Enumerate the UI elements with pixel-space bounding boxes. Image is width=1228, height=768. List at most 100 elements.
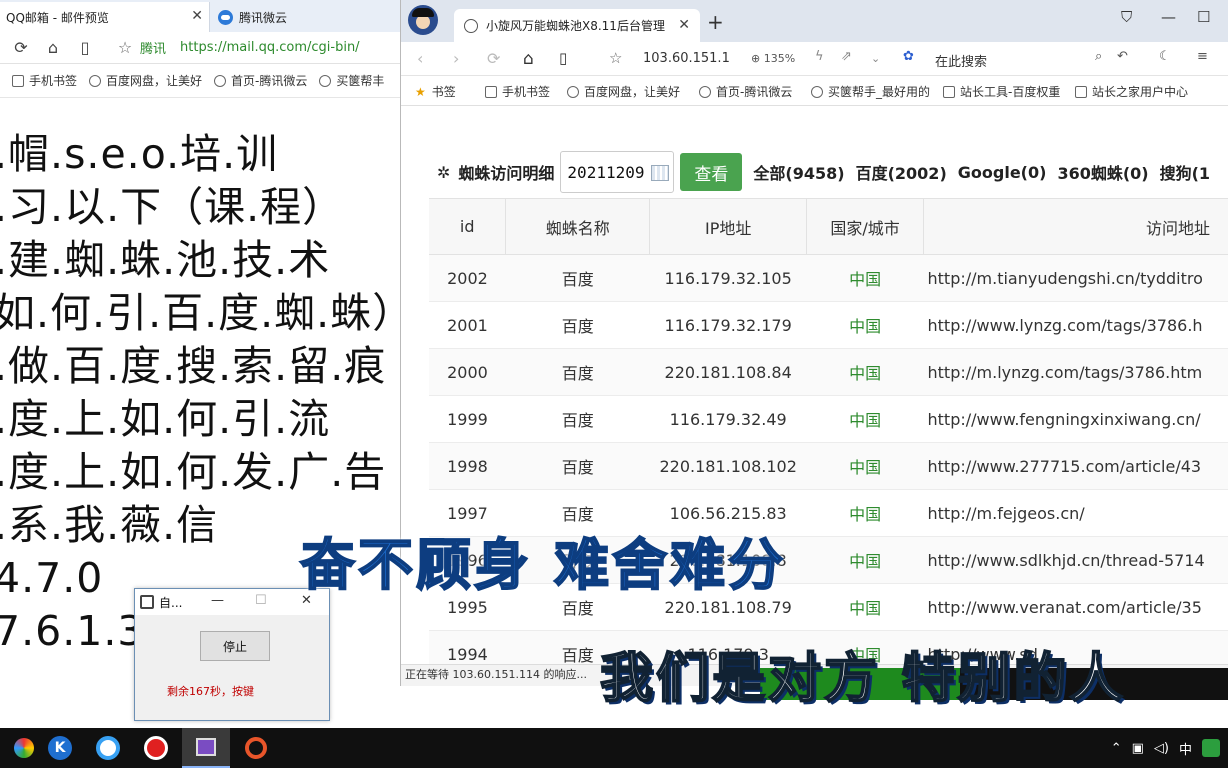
stat-sogou[interactable]: 搜狗(1: [1160, 160, 1210, 184]
cell-url[interactable]: http://www.lynzg.com/tags/3786.h: [923, 301, 1228, 349]
moon-icon[interactable]: ☾: [1159, 49, 1171, 64]
table-row[interactable]: 2001 百度 116.179.32.179 中国 http://www.lynzg.c…: [429, 301, 1228, 349]
refresh-icon[interactable]: ⟳: [487, 49, 500, 68]
bookmark-item[interactable]: 首页-腾讯微云: [214, 72, 307, 89]
stat-baidu[interactable]: 百度(2002): [856, 160, 947, 184]
cell-url[interactable]: http://m.lynzg.com/tags/3786.htm: [923, 348, 1228, 396]
volume-icon[interactable]: ◁): [1154, 741, 1169, 756]
forward-icon[interactable]: ›: [453, 49, 459, 68]
bookmark-item[interactable]: 百度网盘，让美好: [89, 72, 202, 89]
bookmark-item[interactable]: 百度网盘，让美好: [567, 83, 680, 100]
bookmark-item[interactable]: 站长工具-百度权重: [943, 83, 1060, 100]
text-line: .帽.s.e.o.培.训: [0, 130, 279, 178]
lightning-icon[interactable]: ϟ: [815, 49, 824, 64]
cell-url[interactable]: http://m.fejgeos.cn/: [923, 489, 1228, 537]
refresh-icon[interactable]: ⟳: [10, 38, 32, 57]
view-button[interactable]: 查看: [680, 153, 743, 191]
bookmark-item[interactable]: 买箧帮丰: [319, 72, 384, 89]
share-icon[interactable]: ⇗: [841, 49, 852, 64]
taskbar-app-record[interactable]: [132, 728, 180, 768]
back-icon[interactable]: ‹: [417, 49, 423, 68]
col-header-ip: IP地址: [649, 198, 808, 255]
network-icon[interactable]: ▣: [1132, 741, 1144, 756]
stat-all[interactable]: 全部(9458): [753, 160, 844, 184]
app-icon: [14, 738, 34, 758]
timer-dialog: 自... — ☐ ✕ 停止 剩余167秒，按键: [134, 588, 330, 721]
close-icon[interactable]: ✕: [678, 17, 690, 33]
globe-icon: [319, 74, 332, 87]
undo-icon[interactable]: ↶: [1117, 49, 1128, 64]
cell-country: 中国: [806, 489, 924, 537]
close-icon[interactable]: ✕: [191, 8, 203, 24]
right-bookmark-bar: ★ 书签 手机书签 百度网盘，让美好 首页-腾讯微云 买箧帮手_最好用的 站长工具…: [401, 76, 1228, 106]
cell-ip: 116.179.32.105: [649, 254, 807, 302]
desktop: QQ邮箱 - 邮件预览 ✕ 腾讯微云 ⟳ ⌂ ▯ ☆ 腾讯 https://ma…: [0, 0, 1228, 768]
bookmark-item[interactable]: ★ 书签: [415, 83, 456, 100]
cell-url[interactable]: http://www.sdlkhjd.cn/thread-5714: [923, 536, 1228, 584]
star-icon: ★: [415, 84, 426, 99]
bookmark-item[interactable]: 站长之家用户中心: [1075, 83, 1188, 100]
bookmark-item[interactable]: 买箧帮手_最好用的: [811, 83, 930, 100]
zoom-indicator[interactable]: ⊕ 135%: [751, 52, 795, 65]
search-input[interactable]: 在此搜索: [935, 51, 987, 70]
cell-url[interactable]: http://www.veranat.com/article/35: [923, 583, 1228, 631]
star-icon[interactable]: ☆: [609, 49, 622, 67]
minimize-button[interactable]: —: [1161, 8, 1176, 26]
chevron-up-icon[interactable]: ⌃: [1111, 741, 1122, 756]
tab-spider-pool-admin[interactable]: 小旋风万能蜘蛛池X8.11后台管理 ✕: [454, 9, 700, 42]
app-icon: [140, 595, 154, 609]
tab-weiyun[interactable]: 腾讯微云: [212, 2, 402, 32]
maximize-button[interactable]: ☐: [255, 593, 267, 608]
k-app-icon: K: [48, 736, 72, 760]
globe-icon: [464, 18, 478, 33]
search-icon[interactable]: ⌕: [1095, 49, 1102, 64]
home-icon[interactable]: ⌂: [42, 38, 64, 57]
bookmark-item[interactable]: 首页-腾讯微云: [699, 83, 792, 100]
url-field[interactable]: 103.60.151.1: [643, 51, 730, 66]
taskbar-app-qqbrowser[interactable]: [84, 728, 132, 768]
text-line: .做.百.度.搜.索.留.痕: [0, 342, 387, 390]
cell-url[interactable]: http://m.tianyudengshi.cn/tydditro: [923, 254, 1228, 302]
bookmark-item[interactable]: 手机书签: [12, 72, 77, 89]
taskbar-app-active[interactable]: [182, 728, 230, 768]
subtitle-line-2: 我们是对方 特别的人: [599, 647, 1126, 710]
star-icon[interactable]: ☆: [114, 38, 136, 57]
bookmark-item[interactable]: 手机书签: [485, 83, 550, 100]
avatar[interactable]: [408, 5, 438, 35]
menu-icon[interactable]: ≡: [1197, 49, 1208, 64]
tray-app-icon[interactable]: [1202, 739, 1220, 757]
dialog-title: 自...: [159, 595, 183, 610]
calendar-icon[interactable]: [651, 165, 670, 181]
cell-url[interactable]: http://www.277715.com/article/43: [923, 442, 1228, 490]
minimize-button[interactable]: —: [211, 593, 224, 608]
cell-spider-name: 百度: [505, 395, 650, 443]
date-input[interactable]: 20211209: [560, 151, 675, 193]
maximize-button[interactable]: ☐: [1197, 8, 1210, 26]
cell-url[interactable]: http://www.fengningxinxiwang.cn/: [923, 395, 1228, 443]
tab-qq-mail[interactable]: QQ邮箱 - 邮件预览 ✕: [0, 2, 210, 32]
stat-360[interactable]: 360蜘蛛(0): [1057, 160, 1148, 184]
stat-google[interactable]: Google(0): [958, 163, 1047, 182]
tab-label: 腾讯微云: [239, 10, 288, 25]
input-language[interactable]: 中: [1179, 739, 1192, 758]
stop-button[interactable]: 停止: [200, 631, 270, 661]
paw-icon[interactable]: ✿: [903, 49, 914, 64]
chevron-down-icon[interactable]: ⌄: [871, 52, 880, 65]
zoom-icon: ⊕: [751, 52, 764, 65]
taskbar-app-snail[interactable]: [232, 728, 280, 768]
tool-icon: [943, 85, 955, 98]
cell-spider-name: 百度: [505, 301, 650, 349]
table-row[interactable]: 2002 百度 116.179.32.105 中国 http://m.tianyuden…: [429, 254, 1228, 302]
shirt-icon[interactable]: ⛉: [1121, 8, 1132, 26]
home-icon[interactable]: ⌂: [523, 49, 534, 69]
table-row[interactable]: 1999 百度 116.179.32.49 中国 http://www.fengning…: [429, 395, 1228, 443]
cell-country: 中国: [806, 536, 924, 584]
record-icon: [144, 736, 168, 760]
new-tab-icon[interactable]: +: [707, 10, 724, 34]
reader-icon[interactable]: ▯: [74, 38, 96, 57]
reader-icon[interactable]: ▯: [559, 49, 567, 67]
table-row[interactable]: 2000 百度 220.181.108.84 中国 http://m.lynzg.com…: [429, 348, 1228, 396]
table-row[interactable]: 1998 百度 220.181.108.102 中国 http://www.277715…: [429, 442, 1228, 490]
taskbar-app-k[interactable]: K: [36, 728, 84, 768]
url-field[interactable]: https://mail.qq.com/cgi-bin/: [180, 40, 360, 55]
